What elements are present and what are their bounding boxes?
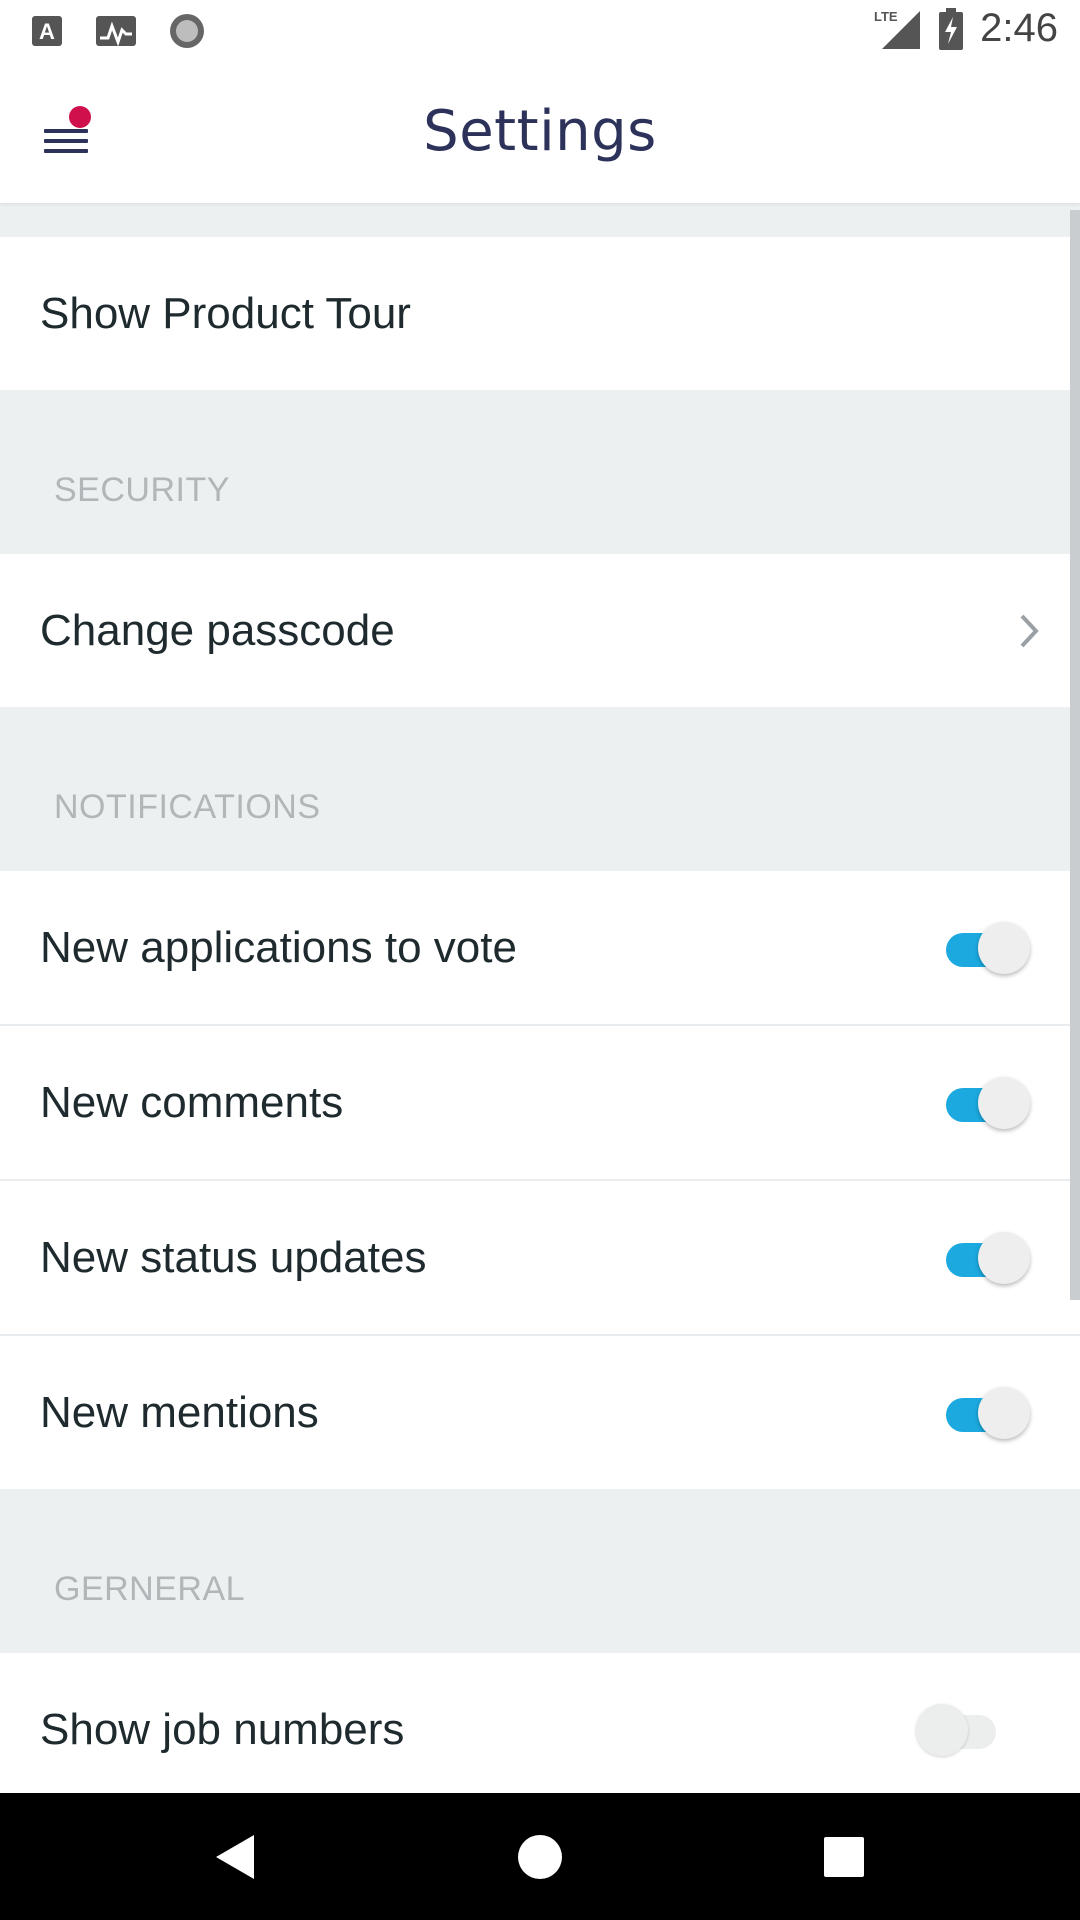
show-job-numbers-row: Show job numbers [0, 1653, 1080, 1793]
back-triangle-icon[interactable] [200, 1823, 268, 1891]
new-status-updates-label: New status updates [40, 1232, 427, 1282]
recents-square-icon[interactable] [810, 1823, 878, 1891]
scrollbar[interactable] [1070, 210, 1080, 1300]
security-section-header: SECURITY [0, 390, 1080, 554]
new-mentions-toggle[interactable] [940, 1383, 1030, 1443]
app-bar: Settings [0, 63, 1080, 203]
change-passcode-row[interactable]: Change passcode [0, 554, 1080, 707]
toggle-thumb [978, 1076, 1030, 1129]
navigation-bar [0, 1793, 1080, 1920]
new-comments-toggle[interactable] [940, 1073, 1030, 1133]
toggle-thumb [978, 1386, 1030, 1439]
activity-icon [96, 16, 136, 47]
status-left-icons: A [30, 12, 206, 50]
notifications-section-header: NOTIFICATIONS [0, 707, 1080, 871]
general-header-label: GERNERAL [54, 1570, 246, 1608]
new-applications-toggle[interactable] [940, 918, 1030, 978]
show-product-tour-row[interactable]: Show Product Tour [0, 237, 1080, 390]
status-right-icons: LTE 2:46 [874, 6, 1058, 51]
show-product-tour-label: Show Product Tour [40, 288, 411, 338]
change-passcode-label: Change passcode [40, 605, 395, 655]
battery-charging-icon [939, 7, 964, 50]
new-applications-row: New applications to vote [0, 871, 1080, 1026]
lte-signal-icon: LTE [874, 9, 921, 49]
a-notification-icon: A [32, 16, 62, 46]
new-mentions-label: New mentions [40, 1387, 319, 1437]
general-section-header: GERNERAL [0, 1489, 1080, 1653]
new-status-updates-toggle[interactable] [940, 1228, 1030, 1288]
new-status-updates-row: New status updates [0, 1181, 1080, 1336]
toggle-thumb [978, 1231, 1030, 1284]
new-mentions-row: New mentions [0, 1336, 1080, 1489]
new-applications-label: New applications to vote [40, 922, 517, 972]
status-bar: A LTE 2:46 [0, 0, 1080, 63]
security-header-label: SECURITY [54, 471, 230, 509]
top-spacer [0, 203, 1080, 237]
home-circle-icon[interactable] [506, 1823, 574, 1891]
new-comments-label: New comments [40, 1077, 344, 1127]
status-time: 2:46 [980, 6, 1058, 50]
record-icon [170, 14, 204, 48]
toggle-thumb [916, 1703, 968, 1756]
notifications-header-label: NOTIFICATIONS [54, 788, 321, 826]
new-comments-row: New comments [0, 1026, 1080, 1181]
chevron-right-icon [1020, 614, 1039, 647]
svg-text:A: A [39, 19, 55, 44]
toggle-thumb [978, 921, 1030, 974]
show-job-numbers-label: Show job numbers [40, 1704, 405, 1754]
show-job-numbers-toggle[interactable] [916, 1700, 1010, 1760]
settings-list[interactable]: Show Product Tour SECURITY Change passco… [0, 203, 1080, 1793]
page-title: Settings [423, 99, 657, 164]
network-label: LTE [874, 9, 898, 24]
